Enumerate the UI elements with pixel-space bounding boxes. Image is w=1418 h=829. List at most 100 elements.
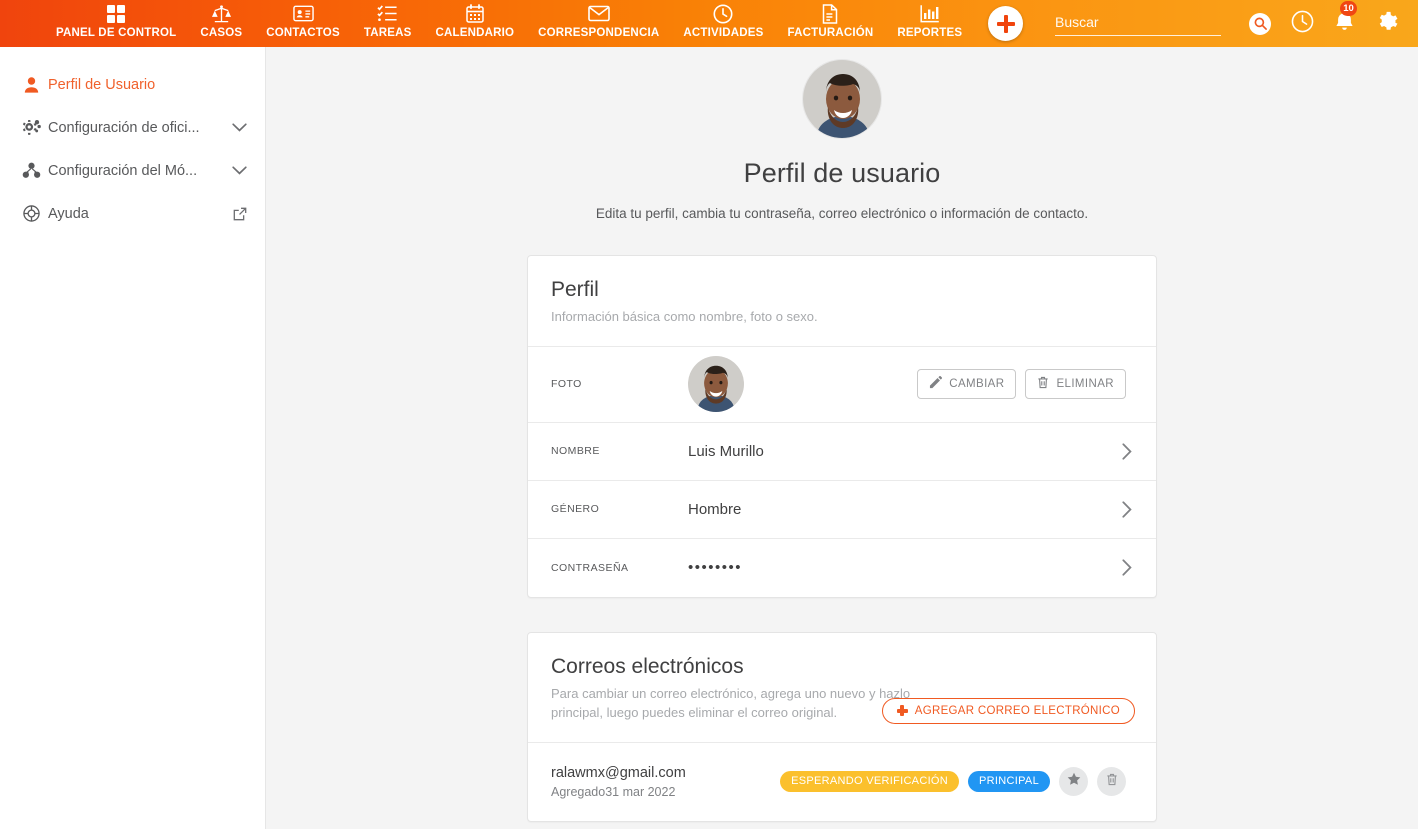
avatar: [802, 59, 882, 139]
photo-row: FOTO CAMBIAR ELIMINAR: [528, 347, 1156, 423]
chevron-right-icon[interactable]: [1122, 559, 1140, 576]
sidebar-item-label: Perfil de Usuario: [48, 76, 156, 93]
bar-chart-icon: [920, 3, 940, 24]
name-row-label: NOMBRE: [551, 445, 600, 458]
chevron-right-icon[interactable]: [1122, 443, 1140, 460]
set-primary-button[interactable]: [1059, 767, 1088, 797]
profile-card-header: Perfil Información básica como nombre, f…: [528, 256, 1156, 347]
email-address: ralawmx@gmail.com: [551, 764, 686, 781]
nav-item-tareas[interactable]: TAREAS: [352, 0, 424, 39]
id-card-icon: [292, 3, 314, 24]
emails-card-header: Correos electrónicos Para cambiar un cor…: [528, 633, 1156, 743]
nav-label: FACTURACIÓN: [787, 27, 874, 39]
password-row-label: CONTRASEÑA: [551, 561, 629, 574]
nav-item-contactos[interactable]: CONTACTOS: [254, 0, 352, 39]
nav-item-panel-de-control[interactable]: PANEL DE CONTROL: [44, 0, 188, 39]
nav-label: CONTACTOS: [266, 27, 340, 39]
sidebar-item-perfil-de-usuario[interactable]: Perfil de Usuario: [0, 63, 265, 106]
pencil-icon: [929, 376, 943, 392]
nav-label: REPORTES: [897, 27, 963, 39]
search-input[interactable]: [1055, 11, 1221, 36]
sidebar-item-label: Ayuda: [48, 205, 89, 222]
topbar-actions: 10: [1055, 0, 1418, 47]
lifebuoy-icon: [14, 205, 48, 222]
envelope-icon: [587, 3, 610, 24]
quick-add-button[interactable]: [988, 6, 1024, 41]
search-button[interactable]: [1249, 12, 1271, 35]
emails-card-title: Correos electrónicos: [551, 654, 744, 678]
name-row-value: Luis Murillo: [688, 442, 764, 460]
nav-item-calendario[interactable]: CALENDARIO: [423, 0, 526, 39]
sidebar-item-ayuda[interactable]: Ayuda: [0, 192, 265, 235]
main-nav: PANEL DE CONTROL CASOS CONTACTOS TAREAS: [0, 0, 1024, 47]
emails-card-description: Para cambiar un correo electrónico, agre…: [551, 685, 911, 720]
photo-actions: CAMBIAR ELIMINAR: [917, 369, 1140, 400]
chevron-right-icon[interactable]: [1122, 501, 1140, 518]
nav-label: PANEL DE CONTROL: [56, 27, 177, 39]
top-navigation-bar: PANEL DE CONTROL CASOS CONTACTOS TAREAS: [0, 0, 1418, 47]
password-row-value: ••••••••: [688, 559, 743, 577]
settings-button[interactable]: [1375, 10, 1398, 38]
plus-icon: [996, 14, 1015, 33]
status-badge[interactable]: ESPERANDO VERIFICACIÓN: [780, 771, 960, 793]
name-row[interactable]: NOMBRE Luis Murillo: [528, 423, 1156, 481]
email-list-item: ralawmx@gmail.com Agregado31 mar 2022 ES…: [528, 743, 1156, 821]
nav-item-reportes[interactable]: REPORTES: [885, 0, 974, 39]
gear-icon: [1375, 10, 1398, 38]
change-photo-label: CAMBIAR: [949, 378, 1005, 391]
chevron-down-icon[interactable]: [232, 123, 247, 132]
scales-of-justice-icon: [211, 3, 232, 24]
nav-item-casos[interactable]: CASOS: [188, 0, 254, 39]
external-link-icon[interactable]: [233, 207, 247, 221]
notification-count-badge: 10: [1340, 1, 1357, 16]
photo-row-label: FOTO: [551, 378, 582, 391]
delete-email-button[interactable]: [1097, 767, 1126, 797]
profile-card-description: Información básica como nombre, foto o s…: [551, 309, 818, 324]
email-info: ralawmx@gmail.com Agregado31 mar 2022: [551, 765, 686, 799]
trash-icon: [1106, 773, 1118, 791]
nav-label: CORRESPONDENCIA: [538, 27, 660, 39]
gender-row-label: GÉNERO: [551, 503, 600, 516]
password-row[interactable]: CONTRASEÑA ••••••••: [528, 539, 1156, 597]
notifications-button[interactable]: 10: [1334, 1, 1357, 37]
clock-icon: [713, 3, 733, 24]
cogs-icon: [14, 119, 48, 136]
nav-item-correspondencia[interactable]: CORRESPONDENCIA: [526, 0, 671, 39]
gender-row-value: Hombre: [688, 500, 742, 518]
nav-item-facturacion[interactable]: FACTURACIÓN: [776, 0, 886, 39]
modules-icon: [14, 162, 48, 179]
sidebar-item-configuracion-del-modulo[interactable]: Configuración del Mó...: [0, 149, 265, 192]
global-search: [1055, 11, 1221, 36]
profile-photo-thumbnail: [688, 356, 744, 413]
nav-label: TAREAS: [363, 27, 412, 39]
change-photo-button[interactable]: CAMBIAR: [917, 369, 1017, 400]
primary-badge[interactable]: PRINCIPAL: [968, 771, 1050, 793]
sidebar-item-configuracion-de-oficina[interactable]: Configuración de ofici...: [0, 106, 265, 149]
invoice-document-icon: [821, 3, 839, 24]
add-email-button[interactable]: AGREGAR CORREO ELECTRÓNICO: [881, 697, 1135, 724]
star-icon: [1067, 772, 1081, 791]
delete-photo-label: ELIMINAR: [1056, 378, 1114, 391]
page-title: Perfil de usuario: [743, 158, 941, 188]
recent-activity-button[interactable]: [1291, 10, 1314, 38]
gender-row[interactable]: GÉNERO Hombre: [528, 481, 1156, 539]
clock-icon: [1291, 10, 1314, 38]
chevron-down-icon[interactable]: [232, 166, 247, 175]
calendar-icon: [466, 3, 484, 24]
profile-column: Perfil de usuario Edita tu perfil, cambi…: [527, 47, 1157, 822]
search-icon: [1249, 12, 1271, 35]
trash-icon: [1037, 376, 1049, 392]
sidebar-item-label: Configuración del Mó...: [48, 162, 198, 179]
dashboard-grid-icon: [106, 3, 126, 24]
sidebar-item-label: Configuración de ofici...: [48, 119, 200, 136]
delete-photo-button[interactable]: ELIMINAR: [1025, 369, 1126, 400]
nav-label: ACTIVIDADES: [683, 27, 764, 39]
checklist-icon: [377, 3, 398, 24]
nav-item-actividades[interactable]: ACTIVIDADES: [671, 0, 775, 39]
emails-card: Correos electrónicos Para cambiar un cor…: [527, 631, 1157, 822]
add-email-label: AGREGAR CORREO ELECTRÓNICO: [914, 704, 1120, 717]
nav-label: CASOS: [200, 27, 243, 39]
profile-card: Perfil Información básica como nombre, f…: [527, 255, 1157, 598]
plus-icon: [896, 705, 908, 717]
sidebar: Perfil de Usuario Configuración de ofici…: [0, 47, 266, 829]
